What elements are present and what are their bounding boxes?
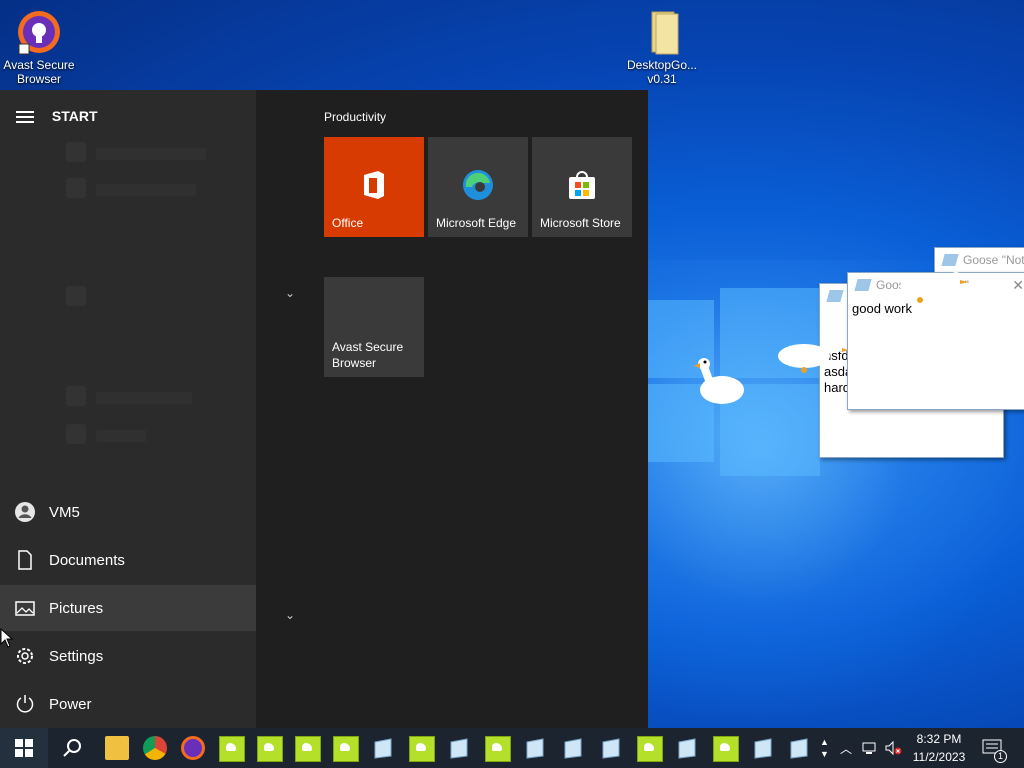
chevron-down-icon[interactable]: ⌄ bbox=[285, 608, 295, 622]
close-icon[interactable]: ✕ bbox=[1012, 277, 1024, 294]
tile-label-line: Avast Secure bbox=[332, 340, 404, 354]
tile-edge[interactable]: Microsoft Edge bbox=[428, 137, 528, 237]
notepad-icon[interactable] bbox=[675, 736, 699, 760]
tile-label: Microsoft Edge bbox=[436, 216, 517, 230]
tile-avast-browser[interactable]: Avast Secure Browser bbox=[324, 277, 424, 377]
desktop-icon-label: Browser bbox=[16, 72, 61, 86]
tile-label: Avast Secure Browser bbox=[332, 339, 403, 371]
file-explorer-icon[interactable] bbox=[105, 736, 129, 760]
system-clock[interactable]: 8:32 PM 11/2/2023 bbox=[905, 730, 973, 766]
notepad-icon[interactable] bbox=[447, 736, 471, 760]
faded-app-label bbox=[96, 430, 146, 442]
taskbar: ▲ ▼ ︿ 8:32 PM 11/2/2023 1 bbox=[0, 728, 1024, 768]
goose-app-icon[interactable] bbox=[257, 736, 283, 762]
goose-app-icon[interactable] bbox=[333, 736, 359, 762]
nav-settings[interactable]: Settings bbox=[0, 633, 256, 679]
goose-app-icon[interactable] bbox=[485, 736, 511, 762]
avast-browser-icon[interactable] bbox=[181, 736, 205, 760]
faded-app-icon bbox=[66, 386, 86, 406]
nav-user[interactable]: VM5 bbox=[0, 489, 256, 535]
nav-label: Documents bbox=[49, 551, 125, 569]
window-title: Goose "Not bbox=[963, 253, 1024, 267]
mouse-cursor-icon bbox=[0, 627, 14, 653]
start-title: START bbox=[51, 108, 98, 124]
notepad-icon[interactable] bbox=[371, 736, 395, 760]
chevron-down-icon[interactable]: ⌄ bbox=[285, 286, 295, 300]
goose-sprite[interactable] bbox=[776, 332, 850, 387]
edge-icon bbox=[462, 169, 494, 201]
notepad-icon[interactable] bbox=[751, 736, 775, 760]
notepad-icon[interactable] bbox=[523, 736, 547, 760]
hamburger-menu-icon[interactable] bbox=[16, 108, 34, 126]
taskbar-scroll-arrows[interactable]: ▲ ▼ bbox=[820, 728, 829, 768]
nav-documents[interactable]: Documents bbox=[0, 537, 256, 583]
goose-app-icon[interactable] bbox=[713, 736, 739, 762]
chrome-icon[interactable] bbox=[143, 736, 167, 760]
network-icon[interactable] bbox=[862, 728, 880, 768]
start-menu: START ⌄ ⌄ Productivity Office Microsoft … bbox=[0, 90, 648, 728]
store-icon bbox=[566, 169, 598, 201]
nav-pictures[interactable]: Pictures bbox=[0, 585, 256, 631]
goose-sprite[interactable] bbox=[688, 352, 748, 417]
faded-app-icon bbox=[66, 424, 86, 444]
office-icon bbox=[358, 169, 390, 201]
goose-app-icon[interactable] bbox=[219, 736, 245, 762]
faded-app-icon bbox=[66, 286, 86, 306]
clock-date: 11/2/2023 bbox=[912, 750, 966, 764]
user-icon bbox=[14, 501, 36, 523]
chevron-up-icon[interactable]: ▲ bbox=[820, 736, 829, 748]
notepad-icon[interactable] bbox=[787, 736, 811, 760]
desktop-icon-desktopgoose[interactable]: DesktopGo... v0.31 bbox=[623, 8, 701, 86]
search-button[interactable] bbox=[52, 728, 92, 768]
faded-app-label bbox=[96, 148, 206, 160]
desktop-icon-label: Avast Secure bbox=[3, 58, 75, 72]
goose-app-icon[interactable] bbox=[409, 736, 435, 762]
notepad-icon[interactable] bbox=[599, 736, 623, 760]
start-button[interactable] bbox=[0, 728, 48, 768]
gear-icon bbox=[14, 645, 36, 667]
notepad-icon[interactable] bbox=[561, 736, 585, 760]
volume-muted-icon[interactable] bbox=[884, 728, 902, 768]
nav-label: Pictures bbox=[49, 599, 104, 617]
pictures-icon bbox=[14, 597, 36, 619]
nav-label: Power bbox=[49, 695, 92, 713]
notepad-icon bbox=[854, 279, 872, 291]
avast-browser-icon bbox=[15, 8, 63, 56]
notification-count-badge: 1 bbox=[994, 749, 1007, 763]
chevron-up-icon: ︿ bbox=[840, 741, 853, 756]
chevron-down-icon[interactable]: ▼ bbox=[820, 748, 829, 760]
show-hidden-icons-button[interactable]: ︿ bbox=[840, 728, 852, 768]
folder-icon bbox=[638, 8, 686, 56]
nav-label: VM5 bbox=[49, 503, 80, 521]
desktop-icon-label: DesktopGo... bbox=[626, 58, 698, 72]
goose-app-icon[interactable] bbox=[295, 736, 321, 762]
faded-app-icon bbox=[66, 142, 86, 162]
tile-group-title[interactable]: Productivity bbox=[324, 110, 386, 124]
search-icon bbox=[63, 739, 81, 757]
clock-time: 8:32 PM bbox=[916, 732, 962, 746]
goose-sprite[interactable] bbox=[898, 266, 972, 315]
start-header[interactable]: START bbox=[16, 108, 98, 126]
windows-start-icon bbox=[15, 739, 33, 757]
power-icon bbox=[14, 693, 36, 715]
notification-center-button[interactable]: 1 bbox=[982, 728, 1015, 768]
faded-app-label bbox=[96, 392, 192, 404]
tile-label: Office bbox=[332, 216, 364, 230]
desktop-icon-avast[interactable]: Avast Secure Browser bbox=[0, 8, 78, 86]
faded-app-label bbox=[96, 184, 196, 196]
nav-label: Settings bbox=[49, 647, 104, 665]
desktop-icon-label: v0.31 bbox=[647, 72, 677, 86]
notepad-icon bbox=[941, 254, 959, 266]
tile-label-line: Browser bbox=[332, 356, 377, 370]
tile-label: Microsoft Store bbox=[540, 216, 621, 230]
nav-power[interactable]: Power bbox=[0, 681, 256, 727]
notepad-icon bbox=[826, 290, 844, 302]
faded-app-icon bbox=[66, 178, 86, 198]
document-icon bbox=[14, 549, 36, 571]
tile-office[interactable]: Office bbox=[324, 137, 424, 237]
goose-app-icon[interactable] bbox=[637, 736, 663, 762]
tile-store[interactable]: Microsoft Store bbox=[532, 137, 632, 237]
